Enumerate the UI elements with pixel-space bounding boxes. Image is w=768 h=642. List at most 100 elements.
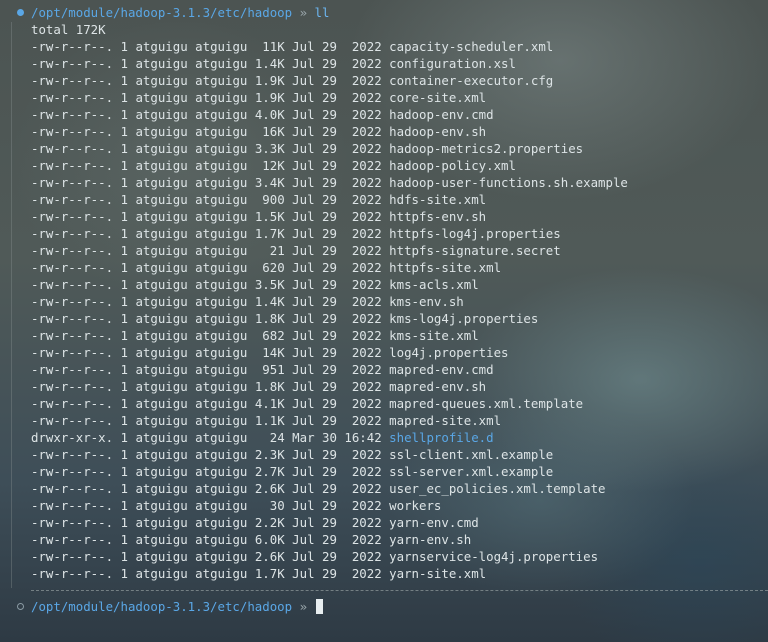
file-date: Jul 29 2022	[292, 175, 382, 190]
file-owner: atguigu	[135, 260, 188, 275]
file-name: kms-env.sh	[389, 294, 464, 309]
file-permissions: -rw-r--r--.	[31, 141, 114, 156]
file-group: atguigu	[195, 447, 248, 462]
file-date: Jul 29 2022	[292, 464, 382, 479]
file-link-count: 1	[120, 481, 128, 496]
file-row: -rw-r--r--. 1 atguigu atguigu 4.1K Jul 2…	[31, 395, 761, 412]
file-link-count: 1	[120, 73, 128, 88]
file-group: atguigu	[195, 294, 248, 309]
file-row: -rw-r--r--. 1 atguigu atguigu 6.0K Jul 2…	[31, 531, 761, 548]
command-text: ll	[314, 5, 330, 20]
file-date: Jul 29 2022	[292, 158, 382, 173]
file-name: ssl-client.xml.example	[389, 447, 554, 462]
file-size: 21	[269, 243, 285, 258]
file-name: httpfs-log4j.properties	[389, 226, 561, 241]
file-listing: -rw-r--r--. 1 atguigu atguigu 11K Jul 29…	[31, 38, 761, 582]
file-date: Jul 29 2022	[292, 345, 382, 360]
file-date: Jul 29 2022	[292, 481, 382, 496]
file-name: ssl-server.xml.example	[389, 464, 554, 479]
file-owner: atguigu	[135, 311, 188, 326]
file-group: atguigu	[195, 56, 248, 71]
file-owner: atguigu	[135, 192, 188, 207]
file-name: mapred-site.xml	[389, 413, 502, 428]
file-permissions: -rw-r--r--.	[31, 277, 114, 292]
file-name: kms-acls.xml	[389, 277, 479, 292]
file-row: -rw-r--r--. 1 atguigu atguigu 1.1K Jul 2…	[31, 412, 761, 429]
file-owner: atguigu	[135, 464, 188, 479]
file-date: Jul 29 2022	[292, 396, 382, 411]
file-owner: atguigu	[135, 124, 188, 139]
file-group: atguigu	[195, 39, 248, 54]
file-size: 1.9K	[254, 73, 285, 88]
file-date: Jul 29 2022	[292, 294, 382, 309]
file-link-count: 1	[120, 549, 128, 564]
file-owner: atguigu	[135, 379, 188, 394]
file-link-count: 1	[120, 498, 128, 513]
text-cursor[interactable]	[315, 599, 323, 614]
block-gutter-line	[11, 22, 12, 588]
file-group: atguigu	[195, 175, 248, 190]
file-permissions: -rw-r--r--.	[31, 56, 114, 71]
file-size: 1.8K	[254, 311, 285, 326]
file-name: log4j.properties	[389, 345, 509, 360]
file-row: -rw-r--r--. 1 atguigu atguigu 16K Jul 29…	[31, 123, 761, 140]
file-permissions: -rw-r--r--.	[31, 90, 114, 105]
file-date: Jul 29 2022	[292, 260, 382, 275]
file-owner: atguigu	[135, 141, 188, 156]
file-row: -rw-r--r--. 1 atguigu atguigu 30 Jul 29 …	[31, 497, 761, 514]
file-group: atguigu	[195, 243, 248, 258]
file-row: -rw-r--r--. 1 atguigu atguigu 1.8K Jul 2…	[31, 310, 761, 327]
file-owner: atguigu	[135, 396, 188, 411]
file-name: user_ec_policies.xml.template	[389, 481, 606, 496]
file-group: atguigu	[195, 226, 248, 241]
file-group: atguigu	[195, 430, 248, 445]
file-name: capacity-scheduler.xml	[389, 39, 554, 54]
file-size: 1.7K	[254, 226, 285, 241]
file-group: atguigu	[195, 328, 248, 343]
file-owner: atguigu	[135, 549, 188, 564]
file-row: -rw-r--r--. 1 atguigu atguigu 12K Jul 29…	[31, 157, 761, 174]
file-row: -rw-r--r--. 1 atguigu atguigu 2.6K Jul 2…	[31, 548, 761, 565]
file-permissions: -rw-r--r--.	[31, 192, 114, 207]
file-group: atguigu	[195, 481, 248, 496]
file-permissions: -rw-r--r--.	[31, 498, 114, 513]
file-row: -rw-r--r--. 1 atguigu atguigu 1.9K Jul 2…	[31, 89, 761, 106]
file-date: Jul 29 2022	[292, 226, 382, 241]
file-size: 2.6K	[254, 481, 285, 496]
file-permissions: -rw-r--r--.	[31, 328, 114, 343]
current-prompt[interactable]: /opt/module/hadoop-3.1.3/etc/hadoop »	[31, 598, 323, 615]
file-permissions: -rw-r--r--.	[31, 396, 114, 411]
file-group: atguigu	[195, 90, 248, 105]
file-owner: atguigu	[135, 515, 188, 530]
file-permissions: -rw-r--r--.	[31, 243, 114, 258]
file-owner: atguigu	[135, 39, 188, 54]
file-permissions: -rw-r--r--.	[31, 158, 114, 173]
file-link-count: 1	[120, 158, 128, 173]
file-size: 1.9K	[254, 90, 285, 105]
file-link-count: 1	[120, 56, 128, 71]
file-name: yarn-env.sh	[389, 532, 472, 547]
file-link-count: 1	[120, 566, 128, 581]
file-owner: atguigu	[135, 107, 188, 122]
file-row: -rw-r--r--. 1 atguigu atguigu 900 Jul 29…	[31, 191, 761, 208]
file-row: -rw-r--r--. 1 atguigu atguigu 2.3K Jul 2…	[31, 446, 761, 463]
file-name: hadoop-policy.xml	[389, 158, 516, 173]
file-name: yarn-site.xml	[389, 566, 487, 581]
prompt-path: /opt/module/hadoop-3.1.3/etc/hadoop	[31, 599, 293, 614]
file-group: atguigu	[195, 515, 248, 530]
block-separator	[31, 590, 768, 591]
file-row: -rw-r--r--. 1 atguigu atguigu 1.4K Jul 2…	[31, 293, 761, 310]
file-name: hdfs-site.xml	[389, 192, 487, 207]
file-owner: atguigu	[135, 413, 188, 428]
file-name: mapred-env.cmd	[389, 362, 494, 377]
file-name: yarn-env.cmd	[389, 515, 479, 530]
file-name: kms-site.xml	[389, 328, 479, 343]
file-owner: atguigu	[135, 226, 188, 241]
file-row: -rw-r--r--. 1 atguigu atguigu 11K Jul 29…	[31, 38, 761, 55]
file-name: mapred-env.sh	[389, 379, 487, 394]
file-group: atguigu	[195, 107, 248, 122]
file-link-count: 1	[120, 430, 128, 445]
file-link-count: 1	[120, 345, 128, 360]
file-name: workers	[389, 498, 442, 513]
file-owner: atguigu	[135, 243, 188, 258]
